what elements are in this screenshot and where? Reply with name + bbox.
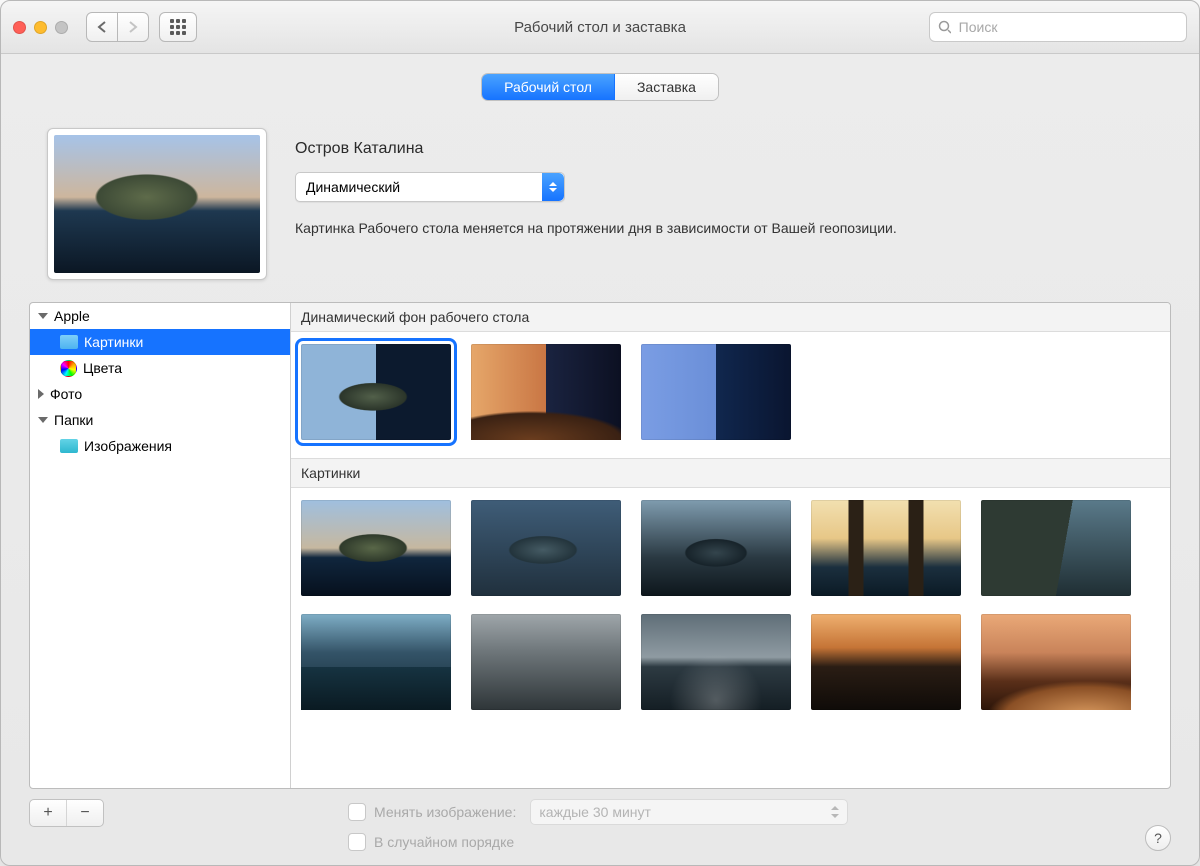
wallpaper-thumb[interactable] [301, 614, 451, 710]
sidebar-label: Картинки [84, 334, 143, 350]
wallpaper-thumb[interactable] [811, 614, 961, 710]
help-button[interactable]: ? [1145, 825, 1171, 851]
nav-back-forward [86, 12, 149, 42]
forward-button[interactable] [118, 12, 149, 42]
sidebar-label: Папки [54, 412, 93, 428]
content: Рабочий стол Заставка Остров Каталина Ди… [1, 54, 1199, 865]
wallpaper-browser: Apple Картинки Цвета Фото Папки [29, 302, 1171, 789]
change-interval-select[interactable]: каждые 30 минут [530, 799, 848, 825]
sidebar-label: Изображения [84, 438, 172, 454]
sidebar-label: Apple [54, 308, 90, 324]
tabbar: Рабочий стол Заставка [29, 74, 1171, 100]
wallpaper-preview-image [54, 135, 260, 273]
wallpaper-thumb[interactable] [301, 344, 451, 440]
dynamic-mode-value: Динамический [306, 179, 400, 195]
section-header-dynamic: Динамический фон рабочего стола [291, 303, 1170, 332]
wallpaper-thumb[interactable] [641, 344, 791, 440]
wallpaper-thumb[interactable] [811, 500, 961, 596]
random-order-checkbox[interactable] [348, 833, 366, 851]
section-header-pictures: Картинки [291, 458, 1170, 488]
grid-icon [170, 19, 186, 35]
disclosure-triangle-icon [38, 313, 48, 319]
sidebar-group-folders[interactable]: Папки [30, 407, 290, 433]
sidebar-item-desktop-pictures[interactable]: Картинки [30, 329, 290, 355]
dynamic-mode-select[interactable]: Динамический [295, 172, 565, 202]
titlebar: Рабочий стол и заставка [1, 1, 1199, 54]
change-interval-value: каждые 30 минут [539, 804, 651, 820]
footer: + − Менять изображение: каждые 30 минут [29, 799, 1171, 851]
add-source-button[interactable]: + [30, 800, 66, 826]
prefs-window: Рабочий стол и заставка Рабочий стол Зас… [0, 0, 1200, 866]
wallpaper-thumb[interactable] [981, 614, 1131, 710]
random-order-label: В случайном порядке [374, 834, 514, 850]
traffic-lights [13, 21, 68, 34]
search-icon [938, 20, 951, 34]
wallpaper-gallery[interactable]: Динамический фон рабочего стола Картинки [291, 303, 1170, 788]
sidebar-label: Фото [50, 386, 82, 402]
sidebar-group-photos[interactable]: Фото [30, 381, 290, 407]
wallpaper-thumb[interactable] [471, 500, 621, 596]
folder-icon [60, 439, 78, 453]
wallpaper-thumb[interactable] [641, 500, 791, 596]
dynamic-description: Картинка Рабочего стола меняется на прот… [295, 220, 1153, 236]
wallpaper-thumb[interactable] [301, 500, 451, 596]
current-wallpaper-row: Остров Каталина Динамический Картинка Ра… [29, 128, 1171, 280]
wallpaper-name: Остров Каталина [295, 140, 1153, 158]
sidebar-label: Цвета [83, 360, 122, 376]
select-stepper-icon [831, 806, 839, 818]
minimize-window-button[interactable] [34, 21, 47, 34]
remove-source-button[interactable]: − [66, 800, 103, 826]
zoom-window-button[interactable] [55, 21, 68, 34]
search-input[interactable] [957, 18, 1178, 36]
chevron-left-icon [97, 21, 107, 33]
wallpaper-thumb[interactable] [471, 344, 621, 440]
sidebar-group-apple[interactable]: Apple [30, 303, 290, 329]
search-field[interactable] [929, 12, 1187, 42]
close-window-button[interactable] [13, 21, 26, 34]
disclosure-triangle-icon [38, 389, 44, 399]
wallpaper-thumb[interactable] [471, 614, 621, 710]
back-button[interactable] [86, 12, 118, 42]
wallpaper-thumb[interactable] [981, 500, 1131, 596]
colorwheel-icon [60, 360, 77, 377]
source-sidebar[interactable]: Apple Картинки Цвета Фото Папки [30, 303, 291, 788]
wallpaper-preview [47, 128, 267, 280]
folder-icon [60, 335, 78, 349]
wallpaper-thumb[interactable] [641, 614, 791, 710]
change-picture-checkbox[interactable] [348, 803, 366, 821]
add-remove-source: + − [29, 799, 104, 827]
show-all-button[interactable] [159, 12, 197, 42]
select-stepper-icon [542, 173, 564, 201]
tab-desktop[interactable]: Рабочий стол [482, 74, 614, 100]
chevron-right-icon [128, 21, 138, 33]
disclosure-triangle-icon [38, 417, 48, 423]
sidebar-item-images-folder[interactable]: Изображения [30, 433, 290, 459]
sidebar-item-colors[interactable]: Цвета [30, 355, 290, 381]
tab-screensaver[interactable]: Заставка [614, 74, 718, 100]
change-picture-label: Менять изображение: [374, 804, 516, 820]
